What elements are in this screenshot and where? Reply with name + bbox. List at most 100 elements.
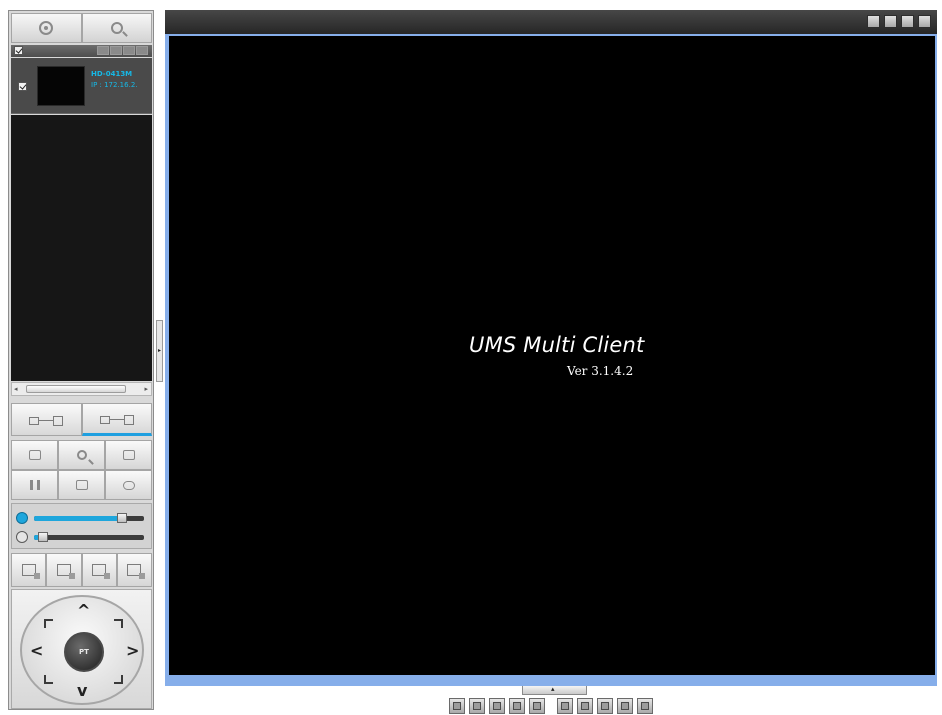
volume-slider[interactable] (34, 513, 144, 523)
pan-up-arrow-icon[interactable]: ^ (77, 603, 90, 619)
mic-slider[interactable] (34, 532, 144, 542)
scroll-right-arrow-icon[interactable]: ▸ (144, 385, 148, 393)
pan-up-left-icon[interactable] (44, 619, 53, 628)
app-title: UMS Multi Client (469, 333, 645, 357)
pause-icon (29, 480, 40, 490)
ptz-label: PT (79, 648, 89, 656)
layout-bar-toggle[interactable]: ▴ (522, 685, 587, 695)
tree-icon (122, 450, 135, 460)
device-list-area (11, 115, 152, 381)
device-list-item[interactable]: HD-0413M IP : 172.16.2. (11, 58, 152, 114)
top-tab-bar (11, 13, 152, 43)
link-button[interactable] (105, 470, 152, 500)
audio-sliders (11, 503, 152, 549)
select-all-checkbox[interactable] (14, 46, 23, 55)
layout-button-8[interactable] (597, 698, 613, 714)
preset-button-3[interactable] (81, 553, 117, 587)
device-ip: IP : 172.16.2. (91, 81, 138, 89)
app-window: HD-0413M IP : 172.16.2. ◂ ▸ ^ v < > PT ▸… (0, 0, 942, 715)
layout-c-icon (601, 702, 609, 710)
connection-mode-bar (11, 403, 152, 436)
multi-connect-button[interactable] (81, 403, 152, 436)
preset-camera-icon (21, 564, 40, 579)
layout-button[interactable] (11, 440, 58, 470)
header-column-icon (110, 46, 122, 55)
layout-4-icon (473, 702, 481, 710)
stop-icon (75, 480, 88, 490)
scroll-left-arrow-icon[interactable]: ◂ (14, 385, 18, 393)
grid-icon[interactable] (867, 15, 880, 28)
layout-9-icon (513, 702, 521, 710)
preset-button-2[interactable] (46, 553, 82, 587)
layout-e-icon (641, 702, 649, 710)
preset-camera-icon (92, 564, 111, 579)
layout-button-3[interactable] (489, 698, 505, 714)
pan-down-right-icon[interactable] (114, 675, 123, 684)
link-icon (122, 480, 135, 490)
tree-button[interactable] (105, 440, 152, 470)
pause-button[interactable] (11, 470, 58, 500)
layout-d-icon (621, 702, 629, 710)
multi-connect-icon (99, 414, 134, 425)
toggle-up-arrow-icon: ▴ (551, 685, 555, 693)
video-viewport[interactable]: UMS Multi Client Ver 3.1.4.2 (169, 36, 935, 675)
ptz-center-button[interactable]: PT (64, 632, 104, 672)
pan-left-arrow-icon[interactable]: < (30, 643, 43, 659)
layout-1-icon (453, 702, 461, 710)
preset-camera-icon (127, 564, 146, 579)
layout-button-2[interactable] (469, 698, 485, 714)
panel-splitter[interactable]: ▸ (156, 320, 163, 382)
connect-icon (29, 415, 64, 426)
speaker-icon (16, 512, 28, 524)
device-list-header (11, 45, 152, 57)
zoom-button[interactable] (58, 440, 105, 470)
header-column-icon (97, 46, 109, 55)
preset-bar (11, 553, 152, 587)
mic-slider-knob[interactable] (37, 532, 48, 542)
connect-button[interactable] (11, 403, 82, 436)
layout-6-icon (493, 702, 501, 710)
preset-button-1[interactable] (11, 553, 47, 587)
layout-button-1[interactable] (449, 698, 465, 714)
layout-b-icon (581, 702, 589, 710)
splitter-arrow-icon: ▸ (158, 347, 162, 354)
volume-slider-fill (34, 516, 122, 521)
close-icon[interactable] (918, 15, 931, 28)
scrollbar-thumb[interactable] (26, 385, 126, 393)
minimize-icon[interactable] (884, 15, 897, 28)
restore-icon[interactable] (901, 15, 914, 28)
app-version: Ver 3.1.4.2 (567, 364, 634, 378)
pan-right-arrow-icon[interactable]: > (126, 643, 139, 659)
pan-down-left-icon[interactable] (44, 675, 53, 684)
pan-down-arrow-icon[interactable]: v (77, 683, 87, 699)
layout-button-6[interactable] (557, 698, 573, 714)
layout-button-10[interactable] (637, 698, 653, 714)
ptz-ring: ^ v < > PT (20, 595, 144, 705)
mic-icon (16, 531, 28, 543)
layout-seq-icon (533, 702, 541, 710)
tab-device-list[interactable] (11, 13, 82, 43)
viewer-titlebar (165, 10, 937, 34)
header-column-icon (123, 46, 135, 55)
layout-button-7[interactable] (577, 698, 593, 714)
preset-camera-icon (56, 564, 75, 579)
target-icon (39, 21, 54, 35)
header-column-icon (136, 46, 148, 55)
left-panel: HD-0413M IP : 172.16.2. ◂ ▸ ^ v < > PT (8, 10, 154, 710)
layout-a-icon (561, 702, 569, 710)
device-name: HD-0413M (91, 70, 133, 78)
device-thumbnail (37, 66, 85, 106)
layout-button-9[interactable] (617, 698, 633, 714)
layout-button-4[interactable] (509, 698, 525, 714)
control-button-grid (11, 440, 152, 500)
search-icon (110, 22, 123, 34)
volume-slider-knob[interactable] (117, 513, 127, 523)
stop-button[interactable] (58, 470, 105, 500)
tab-search[interactable] (81, 13, 152, 43)
horizontal-scrollbar[interactable]: ◂ ▸ (11, 382, 152, 396)
layout-button-5[interactable] (529, 698, 545, 714)
pan-up-right-icon[interactable] (114, 619, 123, 628)
device-checkbox[interactable] (18, 82, 27, 91)
layout-icon (28, 450, 41, 460)
preset-button-4[interactable] (116, 553, 152, 587)
